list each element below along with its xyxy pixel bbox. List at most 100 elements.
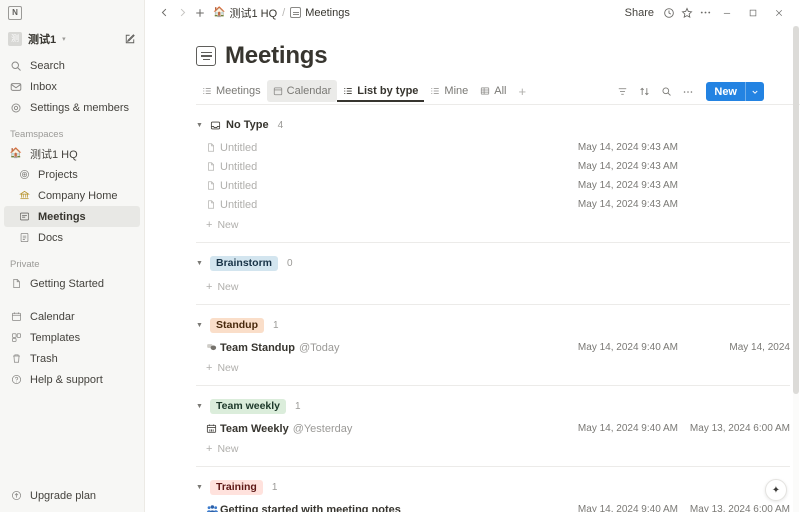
row-date-event: May 13, 2024 6:00 AM: [678, 423, 790, 434]
table-row[interactable]: Team Weekly @Yesterday May 14, 2024 9:40…: [196, 419, 790, 438]
group-divider: [196, 304, 790, 305]
sidebar-item-docs[interactable]: Docs: [4, 227, 140, 248]
table-row[interactable]: Untitled May 14, 2024 9:43 AM: [196, 195, 790, 214]
sidebar-item-meetings[interactable]: Meetings: [4, 206, 140, 227]
sidebar-item-settings[interactable]: Settings & members: [4, 97, 140, 118]
meeting-doc-icon: [17, 210, 31, 224]
group-header-no-type[interactable]: ▼ No Type 4: [196, 112, 790, 138]
ai-assistant-button[interactable]: ✦: [765, 479, 787, 501]
search-icon: [9, 59, 23, 73]
page-icon: [9, 277, 23, 291]
row-date-created: May 14, 2024 9:40 AM: [558, 342, 678, 353]
tab-label-mine: Mine: [444, 85, 468, 97]
collapse-caret-icon[interactable]: ▼: [196, 322, 205, 329]
row-date-created: May 14, 2024 9:43 AM: [558, 180, 678, 191]
breadcrumb-item-meetings[interactable]: Meetings: [286, 4, 354, 22]
table-row[interactable]: Team Standup @Today May 14, 2024 9:40 AM…: [196, 338, 790, 357]
group-count-training: 1: [272, 482, 278, 493]
breadcrumb-item-hq[interactable]: 🏠 测试1 HQ: [209, 4, 281, 22]
history-clock-icon[interactable]: [660, 4, 678, 22]
sidebar-item-company-home[interactable]: Company Home: [4, 185, 140, 206]
new-button[interactable]: New: [706, 82, 764, 101]
sidebar-item-projects[interactable]: Projects: [4, 164, 140, 185]
table-row[interactable]: Getting started with meeting notes May 1…: [196, 500, 790, 512]
group-pill-standup: Standup: [210, 318, 264, 333]
row-date-created: May 14, 2024 9:43 AM: [558, 199, 678, 210]
table-row[interactable]: Untitled May 14, 2024 9:43 AM: [196, 138, 790, 157]
list-icon: [343, 86, 353, 96]
filter-icon[interactable]: [612, 82, 632, 102]
close-icon[interactable]: [766, 0, 792, 25]
sidebar-item-upgrade-plan[interactable]: Upgrade plan: [4, 485, 140, 506]
forward-button[interactable]: [173, 4, 191, 22]
sidebar-logo-row: N: [0, 0, 144, 25]
maximize-icon[interactable]: [740, 0, 766, 25]
sidebar-label-docs: Docs: [38, 232, 63, 244]
row-title: Untitled: [220, 180, 257, 192]
group-divider: [196, 385, 790, 386]
ellipsis-icon[interactable]: [696, 4, 714, 22]
row-title: Untitled: [220, 161, 257, 173]
group-count-brainstorm: 0: [287, 258, 293, 269]
sidebar-item-help[interactable]: Help & support: [4, 369, 140, 390]
grouped-list: ▼ No Type 4 Untitled May 14, 2024: [196, 112, 800, 512]
group-header-team-weekly[interactable]: ▼ Team weekly 1: [196, 393, 790, 419]
collapse-caret-icon[interactable]: ▼: [196, 484, 205, 491]
more-options-icon[interactable]: [678, 82, 698, 102]
sort-icon[interactable]: [634, 82, 654, 102]
tab-meetings[interactable]: Meetings: [196, 80, 267, 102]
new-row-button[interactable]: + New: [196, 438, 790, 460]
group-header-standup[interactable]: ▼ Standup 1: [196, 312, 790, 338]
sidebar-item-getting-started[interactable]: Getting Started: [4, 273, 140, 294]
plus-icon: +: [206, 362, 212, 374]
minimize-icon[interactable]: [714, 0, 740, 25]
table-row[interactable]: Untitled May 14, 2024 9:43 AM: [196, 157, 790, 176]
star-icon[interactable]: [678, 4, 696, 22]
notion-logo-icon: N: [8, 6, 22, 20]
vertical-scrollbar[interactable]: [793, 26, 799, 512]
top-bar: 🏠 测试1 HQ / Meetings Share: [145, 0, 800, 25]
group-pill-training: Training: [210, 480, 263, 495]
plus-icon: +: [206, 443, 212, 455]
row-date-created: May 14, 2024 9:40 AM: [558, 504, 678, 512]
new-row-button[interactable]: + New: [196, 214, 790, 236]
sidebar-item-search[interactable]: Search: [4, 55, 140, 76]
tab-all[interactable]: All: [474, 80, 512, 102]
row-title: Getting started with meeting notes: [220, 504, 401, 512]
collapse-caret-icon[interactable]: ▼: [196, 260, 205, 267]
table-row[interactable]: Untitled May 14, 2024 9:43 AM: [196, 176, 790, 195]
new-row-button[interactable]: + New: [196, 357, 790, 379]
trash-icon: [9, 352, 23, 366]
house-emoji-icon: 🏠: [9, 147, 23, 161]
sidebar-item-calendar[interactable]: Calendar: [4, 306, 140, 327]
tab-mine[interactable]: Mine: [424, 80, 474, 102]
new-row-button[interactable]: + New: [196, 276, 790, 298]
tab-calendar[interactable]: Calendar: [267, 80, 338, 102]
add-view-button[interactable]: +: [512, 84, 532, 99]
search-icon[interactable]: [656, 82, 676, 102]
group-header-training[interactable]: ▼ Training 1: [196, 474, 790, 500]
group-no-type: ▼ No Type 4 Untitled May 14, 2024: [196, 112, 790, 243]
collapse-caret-icon[interactable]: ▼: [196, 403, 205, 410]
new-page-plus-button[interactable]: [191, 4, 209, 22]
new-page-icon[interactable]: [124, 33, 136, 45]
scrollbar-thumb[interactable]: [793, 26, 799, 394]
chevron-down-icon[interactable]: [746, 82, 764, 101]
row-mention: @Yesterday: [293, 423, 353, 435]
page-icon: [206, 180, 220, 191]
row-date-created: May 14, 2024 9:43 AM: [558, 161, 678, 172]
workspace-switcher[interactable]: 测 测试1 ▾: [4, 27, 140, 51]
tab-list-by-type[interactable]: List by type: [337, 80, 424, 102]
sidebar-item-templates[interactable]: Templates: [4, 327, 140, 348]
sidebar-item-trash[interactable]: Trash: [4, 348, 140, 369]
back-button[interactable]: [155, 4, 173, 22]
busts-emoji-icon: [206, 504, 220, 512]
share-button[interactable]: Share: [619, 5, 660, 21]
sidebar-item-inbox[interactable]: Inbox: [4, 76, 140, 97]
sidebar-item-hq[interactable]: 🏠 测试1 HQ: [4, 143, 140, 164]
app-window: N 测 测试1 ▾ Search Inbox: [0, 0, 800, 512]
sidebar-section-teamspaces: Teamspaces: [0, 129, 144, 140]
group-header-brainstorm[interactable]: ▼ Brainstorm 0: [196, 250, 790, 276]
chevron-down-icon: ▾: [62, 35, 66, 43]
collapse-caret-icon[interactable]: ▼: [196, 122, 205, 129]
